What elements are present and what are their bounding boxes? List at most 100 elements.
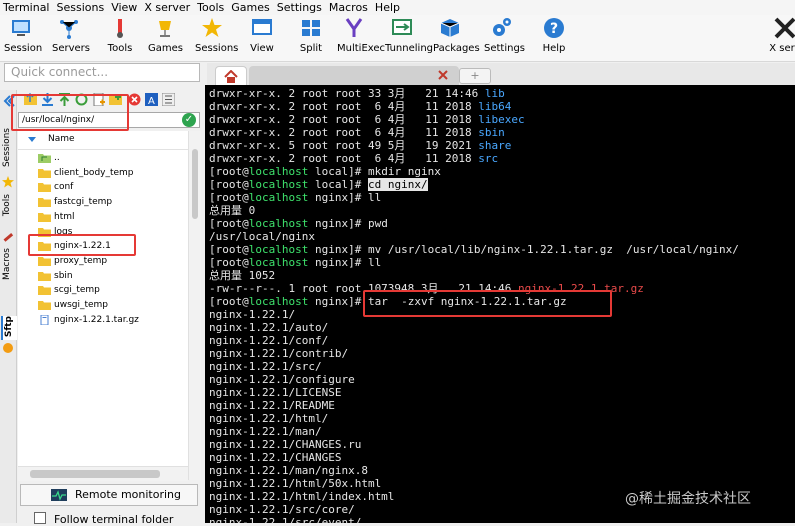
confirm-path-icon[interactable]: ✓ — [182, 113, 196, 127]
file-name: .. — [54, 153, 60, 163]
toolbar-x-serv-button[interactable]: X serv — [765, 17, 795, 59]
file-row[interactable]: .. — [18, 151, 188, 166]
menu-x-server[interactable]: X server — [141, 0, 194, 15]
terminal-segment: nginx-1.22.1/conf/ — [209, 334, 329, 347]
file-row[interactable]: fastcgi_temp — [18, 195, 188, 210]
terminal-segment: nginx-1.22.1/CHANGES.ru — [209, 438, 362, 451]
follow-terminal-folder-checkbox[interactable]: Follow terminal folder — [34, 512, 173, 526]
file-name: uwsgi_temp — [54, 300, 109, 310]
terminal-segment: nginx-1.22.1/ — [209, 308, 296, 321]
terminal-segment: nginx]# ll — [308, 256, 382, 269]
terminal-line: 总用量 0 — [209, 204, 793, 217]
terminal-segment: lib64 — [478, 100, 512, 113]
toolbar-help-button[interactable]: ? Help — [537, 17, 571, 59]
file-row[interactable]: scgi_temp — [18, 283, 188, 298]
toolbar-packages-button[interactable]: Packages — [433, 17, 480, 59]
toolbar-tools-button[interactable]: Tools — [103, 17, 137, 59]
menu-help[interactable]: Help — [372, 0, 404, 15]
tunneling-icon — [392, 19, 412, 35]
toolbar-session-button[interactable]: Session — [4, 17, 42, 59]
terminal-segment: drwxr-xr-x. 2 root root 6 4月 11 2018 — [209, 100, 479, 113]
column-name-label: Name — [48, 134, 75, 144]
file-row[interactable]: uwsgi_temp — [18, 298, 188, 313]
new-tab-button[interactable]: + — [459, 68, 491, 84]
packages-icon — [440, 19, 460, 37]
rename-icon[interactable]: A — [145, 93, 158, 106]
file-list-horizontal-scrollbar[interactable] — [18, 466, 188, 481]
toolbar-multiexec-button[interactable]: MultiExec — [337, 17, 385, 59]
terminal-line: [root@localhost local]# cd nginx/ — [209, 178, 793, 191]
menu-macros[interactable]: Macros — [326, 0, 372, 15]
terminal-segment: nginx-1.22.1/html/index.html — [209, 490, 395, 503]
tab-sftp[interactable]: Sftp — [1, 316, 17, 340]
menu-games[interactable]: Games — [228, 0, 273, 15]
terminal-line: drwxr-xr-x. 5 root root 49 5月 19 2021 sh… — [209, 139, 793, 152]
file-row[interactable]: nginx-1.22.1.tar.gz — [18, 313, 188, 328]
file-icon — [40, 314, 49, 325]
menu-terminal[interactable]: Terminal — [0, 0, 54, 15]
toolbar-split-button[interactable]: Split — [294, 17, 328, 59]
file-row[interactable]: client_body_temp — [18, 166, 188, 181]
terminal-line: drwxr-xr-x. 2 root root 6 4月 11 2018 src — [209, 152, 793, 165]
tools-icon — [117, 19, 123, 38]
terminal-line: [root@localhost nginx]# ll — [209, 256, 793, 269]
file-name: scgi_temp — [54, 285, 100, 296]
quick-connect-input[interactable]: Quick connect... — [4, 63, 200, 82]
folder-icon — [38, 198, 51, 208]
file-row[interactable]: html — [18, 210, 188, 225]
checkbox-box[interactable] — [34, 512, 46, 524]
terminal-segment: nginx-1.22.1/README — [209, 399, 335, 412]
terminal-segment: localhost — [248, 165, 309, 178]
terminal-line: [root@localhost nginx]# pwd — [209, 217, 793, 230]
remote-monitoring-button[interactable]: Remote monitoring — [20, 484, 198, 506]
terminal-segment: drwxr-xr-x. 2 root root 33 3月 21 14:46 — [209, 87, 485, 100]
column-header[interactable]: Name — [18, 131, 188, 150]
toolbar-servers-button[interactable]: Servers — [52, 17, 90, 59]
menu-tools[interactable]: Tools — [194, 0, 228, 15]
terminal-segment: lib — [484, 87, 505, 100]
menu-settings[interactable]: Settings — [274, 0, 326, 15]
session-tab[interactable] — [249, 66, 459, 85]
toolbar-view-button[interactable]: View — [245, 17, 279, 59]
toolbar-settings-button[interactable]: Settings — [484, 17, 525, 59]
file-row[interactable]: sbin — [18, 269, 188, 284]
menu-view[interactable]: View — [108, 0, 141, 15]
permissions-icon[interactable] — [162, 93, 175, 106]
file-list-vertical-scrollbar[interactable] — [188, 131, 201, 480]
annotation-box-folder — [28, 234, 136, 256]
terminal-segment: nginx-1.22.1/auto/ — [209, 321, 329, 334]
delete-icon[interactable] — [128, 93, 141, 106]
terminal-segment: nginx-1.22.1/src/ — [209, 360, 322, 373]
servers-icon — [60, 20, 78, 39]
file-name: html — [54, 211, 75, 222]
terminal-line: nginx-1.22.1/README — [209, 399, 793, 412]
hscroll-thumb[interactable] — [30, 470, 160, 478]
folder-icon — [38, 286, 51, 296]
file-row[interactable]: conf — [18, 180, 188, 195]
scroll-thumb[interactable] — [192, 149, 198, 219]
terminal-segment: nginx-1.22.1/src/core/ — [209, 503, 355, 516]
settings-icon — [493, 18, 511, 36]
terminal-line: nginx-1.22.1/man/ — [209, 425, 793, 438]
file-row[interactable]: proxy_temp — [18, 254, 188, 269]
toolbar-games-button[interactable]: Games — [148, 17, 183, 59]
home-tab[interactable] — [215, 66, 247, 86]
monitor-icon — [51, 489, 67, 501]
file-name: nginx-1.22.1.tar.gz — [54, 314, 139, 325]
tab-tools[interactable]: Tools — [1, 194, 15, 228]
main-toolbar: Session Servers Tools Games Sessions View Spli… — [0, 15, 795, 62]
terminal-segment: nginx-1.22.1/man/nginx.8 — [209, 464, 368, 477]
toolbar-sessions-button[interactable]: Sessions — [195, 17, 238, 59]
terminal-segment: libexec — [478, 113, 525, 126]
tab-macros[interactable]: Macros — [1, 248, 15, 292]
terminal-line: drwxr-xr-x. 2 root root 6 4月 11 2018 sbi… — [209, 126, 793, 139]
view-icon — [252, 19, 272, 35]
terminal-line: drwxr-xr-x. 2 root root 33 3月 21 14:46 l… — [209, 87, 793, 100]
star-icon — [1, 176, 15, 188]
toolbar-tunneling-button[interactable]: Tunneling — [385, 17, 433, 59]
menu-sessions[interactable]: Sessions — [54, 0, 109, 15]
session-tab-strip: + — [207, 63, 795, 86]
terminal-pane[interactable]: drwxr-xr-x. 2 root root 33 3月 21 14:46 l… — [205, 85, 795, 523]
terminal-line: nginx-1.22.1/configure — [209, 373, 793, 386]
tab-close-icon[interactable] — [437, 69, 451, 81]
